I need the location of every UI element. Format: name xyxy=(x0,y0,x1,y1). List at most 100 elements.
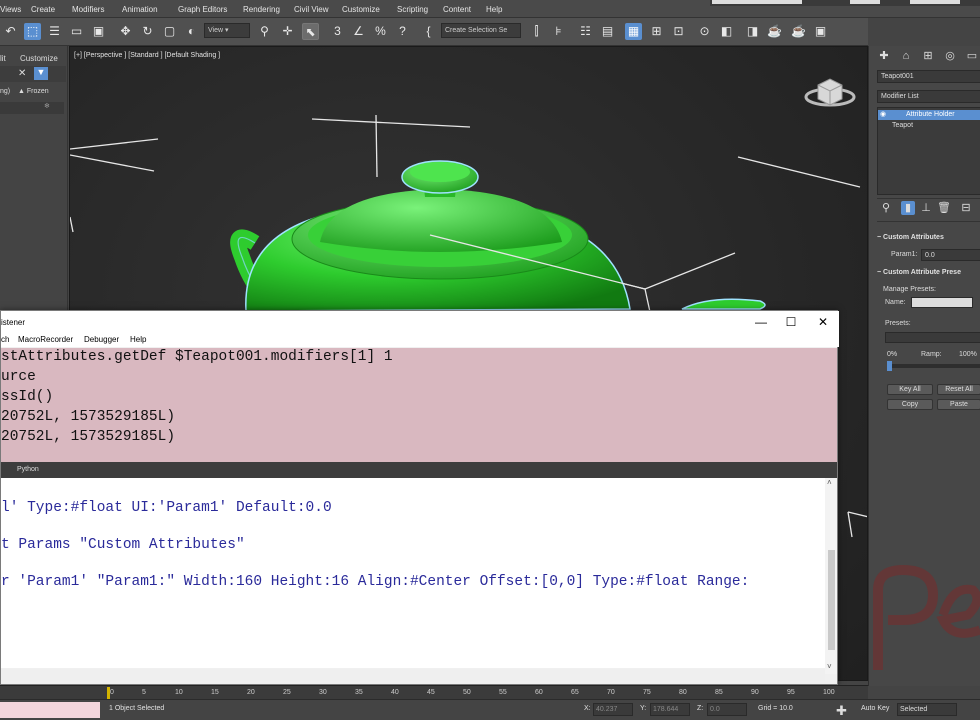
pin-stack-icon[interactable]: ⚲ xyxy=(879,201,893,215)
mirror-icon[interactable]: ⫿ xyxy=(528,23,545,40)
timeline-track[interactable]: 0 5 10 15 20 25 30 35 40 45 50 55 60 65 … xyxy=(0,685,868,699)
eye-icon[interactable]: ◉ xyxy=(880,110,886,118)
menu-content[interactable]: Content xyxy=(443,5,471,14)
select-scale-icon[interactable]: ▢ xyxy=(161,23,178,40)
align-icon[interactable]: ⊧ xyxy=(550,23,567,40)
param1-spinner[interactable]: 0.0 xyxy=(921,249,980,261)
z-coordinate-field[interactable]: 0.0 xyxy=(707,703,747,716)
key-filter-dropdown[interactable]: Selected xyxy=(897,703,957,716)
motion-tab-icon[interactable]: ◎ xyxy=(943,49,957,63)
ribbon-toggle-icon[interactable]: ▦ xyxy=(625,23,642,40)
ramp-slider[interactable] xyxy=(887,361,980,371)
listener-menu-macrorecorder[interactable]: MacroRecorder xyxy=(18,335,73,344)
paste-button[interactable]: Paste xyxy=(937,399,980,410)
scroll-up-icon[interactable]: ˄ xyxy=(827,478,832,487)
rendered-frame-window-icon[interactable]: ◨ xyxy=(744,23,761,40)
configure-sets-icon[interactable]: ⊟ xyxy=(959,201,973,215)
ramp-slider-handle[interactable] xyxy=(887,361,892,371)
freeze-icon[interactable]: ❄ xyxy=(44,102,50,110)
frozen-column[interactable]: ▲ Frozen xyxy=(18,88,49,95)
menu-animation[interactable]: Animation xyxy=(122,5,158,14)
angle-snap-icon[interactable]: ∠ xyxy=(350,23,367,40)
listener-menu-help[interactable]: Help xyxy=(130,335,146,344)
keyboard-shortcut-override-icon[interactable]: ⬉ xyxy=(302,23,319,40)
percent-snap-icon[interactable]: % xyxy=(372,23,389,40)
render-iterative-icon[interactable]: ☕ xyxy=(790,23,807,40)
listener-menu-debugger[interactable]: Debugger xyxy=(84,335,119,344)
close-icon[interactable]: ✕ xyxy=(808,313,838,331)
stack-item-attribute-holder[interactable]: ◉ Attribute Holder xyxy=(878,110,980,120)
reference-coordinate-dropdown[interactable]: View ▾ xyxy=(204,23,250,38)
render-setup-icon[interactable]: ◧ xyxy=(718,23,735,40)
reset-all-button[interactable]: Reset All xyxy=(937,384,980,395)
scroll-down-icon[interactable]: ˅ xyxy=(827,662,832,671)
add-time-tag-icon[interactable]: ✚ xyxy=(836,703,847,719)
select-rotate-icon[interactable]: ↻ xyxy=(139,23,156,40)
menu-views[interactable]: Views xyxy=(0,5,21,14)
remove-modifier-icon[interactable]: 🗑 xyxy=(937,201,951,215)
tab-edit[interactable]: lit xyxy=(0,54,6,63)
render-production-icon[interactable]: ☕ xyxy=(766,23,783,40)
presets-dropdown[interactable] xyxy=(885,332,980,343)
filter-icon[interactable]: ▼ xyxy=(34,67,48,80)
menu-customize[interactable]: Customize xyxy=(342,5,380,14)
make-unique-icon[interactable]: ⊥ xyxy=(919,201,933,215)
edit-named-selection-icon[interactable]: { xyxy=(420,23,437,40)
close-icon[interactable]: ✕ xyxy=(18,68,26,79)
modifier-list-dropdown[interactable]: Modifier List xyxy=(877,90,980,103)
modify-tab-icon[interactable]: ⌂ xyxy=(899,49,913,63)
spinner-snap-icon[interactable]: ? xyxy=(394,23,411,40)
explorer-row[interactable]: ❄ xyxy=(0,102,64,114)
menu-civil-view[interactable]: Civil View xyxy=(294,5,329,14)
menu-scripting[interactable]: Scripting xyxy=(397,5,428,14)
listener-output-pane[interactable]: l' Type:#float UI:'Param1' Default:0.0 t… xyxy=(1,478,825,668)
snaps-toggle-icon[interactable]: 3 xyxy=(329,23,346,40)
menu-graph-editors[interactable]: Graph Editors xyxy=(178,5,227,14)
curve-editor-icon[interactable]: ⊞ xyxy=(648,23,665,40)
key-all-button[interactable]: Key All xyxy=(887,384,933,395)
tab-customize[interactable]: Customize xyxy=(20,54,58,63)
listener-pane-split[interactable]: Python xyxy=(1,462,837,478)
window-crossing-icon[interactable]: ▣ xyxy=(90,23,107,40)
menu-create[interactable]: Create xyxy=(31,5,55,14)
rect-selection-icon[interactable]: ▭ xyxy=(68,23,85,40)
create-tab-icon[interactable]: ✚ xyxy=(877,49,891,63)
custom-attributes-rollout[interactable]: − Custom Attributes xyxy=(877,234,944,241)
y-coordinate-field[interactable]: 178.644 xyxy=(650,703,690,716)
menu-modifiers[interactable]: Modifiers xyxy=(72,5,104,14)
x-coordinate-field[interactable]: 40.237 xyxy=(593,703,633,716)
render-online-icon[interactable]: ▣ xyxy=(812,23,829,40)
object-name-field[interactable]: Teapot001 xyxy=(877,70,980,83)
pivot-icon[interactable]: ⚲ xyxy=(256,23,273,40)
placement-icon[interactable]: ◐ xyxy=(183,23,200,40)
stack-item-teapot[interactable]: Teapot xyxy=(892,122,913,129)
show-end-result-icon[interactable]: ▮ xyxy=(901,201,915,215)
listener-output-hscrollbar[interactable] xyxy=(1,669,825,681)
maxscript-mini-listener[interactable] xyxy=(0,702,100,718)
python-mode-label[interactable]: Python xyxy=(17,466,39,473)
material-editor-icon[interactable]: ⊙ xyxy=(696,23,713,40)
auto-key-button[interactable]: Auto Key xyxy=(861,705,889,712)
select-object-icon[interactable]: ⬚ xyxy=(24,23,41,40)
listener-output-vscrollbar[interactable]: ˄ ˅ xyxy=(825,478,837,674)
preset-name-input[interactable] xyxy=(911,297,973,308)
hierarchy-tab-icon[interactable]: ⊞ xyxy=(921,49,935,63)
select-by-name-icon[interactable]: ☰ xyxy=(46,23,63,40)
listener-title-bar[interactable]: istener — ☐ ✕ xyxy=(1,311,839,333)
select-move-icon[interactable]: ✥ xyxy=(117,23,134,40)
layer-manager-icon[interactable]: ☷ xyxy=(577,23,594,40)
select-manipulate-icon[interactable]: ✛ xyxy=(279,23,296,40)
named-selection-dropdown[interactable]: Create Selection Se xyxy=(441,23,521,38)
undo-icon[interactable]: ↶ xyxy=(2,23,19,40)
listener-macro-recorder-pane[interactable]: stAttributes.getDef $Teapot001.modifiers… xyxy=(1,348,837,462)
display-tab-icon[interactable]: ▭ xyxy=(965,49,979,63)
copy-button[interactable]: Copy xyxy=(887,399,933,410)
menu-help[interactable]: Help xyxy=(486,5,502,14)
scene-explorer-icon[interactable]: ▤ xyxy=(599,23,616,40)
custom-attribute-presets-rollout[interactable]: − Custom Attribute Prese xyxy=(877,269,961,276)
listener-menu-search[interactable]: ch xyxy=(1,335,9,344)
maximize-icon[interactable]: ☐ xyxy=(776,313,806,331)
minimize-icon[interactable]: — xyxy=(746,313,776,331)
schematic-view-icon[interactable]: ⊡ xyxy=(670,23,687,40)
scrollbar-thumb[interactable] xyxy=(828,550,835,650)
